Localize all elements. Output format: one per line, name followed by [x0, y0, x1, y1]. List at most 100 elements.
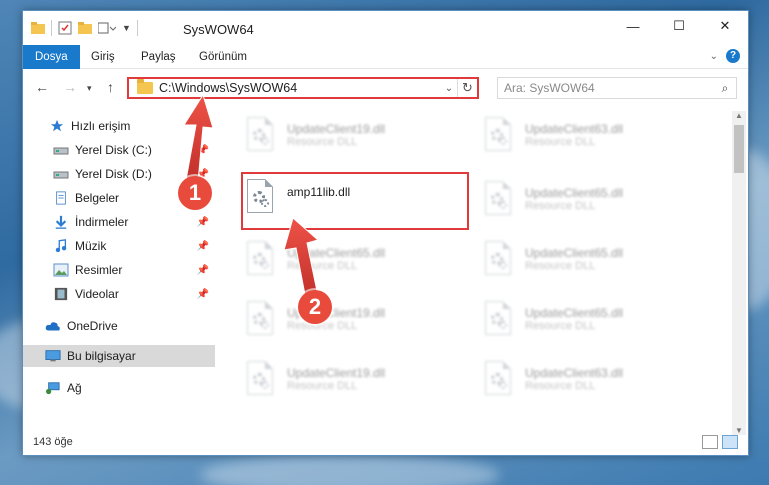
dll-file-icon	[481, 115, 515, 155]
file-item[interactable]: UpdateClient63.dll Resource DLL	[481, 357, 711, 401]
recent-locations-icon[interactable]: ▾	[87, 83, 92, 94]
toolbar-divider	[51, 20, 52, 36]
new-folder-icon[interactable]	[78, 22, 92, 34]
tab-view[interactable]: Görünüm	[187, 45, 259, 69]
file-type: Resource DLL	[287, 260, 358, 272]
maximize-button[interactable]: ☐	[656, 11, 702, 41]
search-icon[interactable]: ⌕	[714, 81, 736, 96]
sidebar-item-network[interactable]: Ağ	[23, 377, 215, 399]
search-placeholder: Ara: SysWOW64	[504, 81, 595, 95]
file-item[interactable]: UpdateClient65.dll Resource DLL	[481, 177, 711, 221]
dll-file-icon	[243, 359, 277, 399]
address-path[interactable]: C:\Windows\SysWOW64	[159, 81, 441, 95]
file-name: UpdateClient63.dll	[525, 122, 624, 136]
tab-file[interactable]: Dosya	[23, 45, 80, 69]
file-name: UpdateClient65.dll	[287, 246, 386, 260]
file-name: UpdateClient65.dll	[525, 186, 624, 200]
scroll-up-icon[interactable]: ▲	[732, 111, 746, 120]
sidebar-item-music[interactable]: Müzik 📌	[23, 235, 215, 257]
tab-share[interactable]: Paylaş	[129, 45, 188, 69]
item-count: 143 öğe	[33, 436, 73, 448]
pin-icon: 📌	[196, 264, 209, 276]
sidebar-item-label: İndirmeler	[75, 215, 129, 229]
file-name: UpdateClient65.dll	[525, 246, 624, 260]
properties-icon[interactable]	[58, 21, 72, 35]
sidebar-item-onedrive[interactable]: OneDrive	[23, 315, 215, 337]
sidebar-item-downloads[interactable]: İndirmeler 📌	[23, 211, 215, 233]
dll-file-icon	[243, 299, 277, 339]
sidebar-item-label: Ağ	[67, 381, 82, 395]
sidebar-item-label: Belgeler	[75, 191, 120, 205]
window-controls: — ☐ ✕	[610, 11, 748, 41]
refresh-icon[interactable]: ↻	[457, 79, 477, 97]
large-icons-view-icon[interactable]	[722, 435, 738, 449]
sidebar-item-label: Müzik	[75, 239, 107, 253]
customize-view-icon[interactable]	[98, 22, 116, 34]
sidebar-item-pictures[interactable]: Resimler 📌	[23, 259, 215, 281]
file-name: UpdateClient19.dll	[287, 122, 386, 136]
navigation-bar: ← → ▾ ↑ C:\Windows\SysWOW64 ⌄ ↻ Ara: Sys…	[23, 73, 748, 103]
dll-file-icon	[481, 179, 515, 219]
folder-icon	[31, 22, 45, 34]
status-bar: 143 öğe	[23, 431, 748, 455]
explorer-window: ▼ SysWOW64 — ☐ ✕ Dosya Giriş Paylaş Görü…	[22, 10, 749, 456]
ribbon-right-controls: ⌄ ?	[710, 49, 740, 63]
downloads-icon	[55, 215, 67, 229]
file-name: UpdateClient63.dll	[525, 366, 624, 380]
pin-icon: 📌	[196, 144, 209, 156]
file-item[interactable]: UpdateClient65.dll Resource DLL	[481, 237, 711, 281]
file-type: Resource DLL	[287, 320, 358, 332]
file-type: Resource DLL	[525, 320, 596, 332]
callout-step-1: 1	[178, 176, 212, 210]
documents-icon	[56, 191, 66, 205]
file-list: UpdateClient19.dll Resource DLL UpdateCli…	[223, 107, 735, 435]
forward-arrow-icon[interactable]: →	[63, 79, 77, 95]
customize-toolbar-arrow-icon[interactable]: ▼	[122, 23, 131, 33]
ribbon-tabs: Dosya Giriş Paylaş Görünüm ⌄ ?	[23, 45, 748, 69]
file-type: Resource DLL	[287, 380, 358, 392]
videos-icon	[54, 287, 68, 301]
address-bar[interactable]: C:\Windows\SysWOW64 ⌄ ↻	[127, 77, 479, 99]
file-item[interactable]: UpdateClient65.dll Resource DLL	[243, 237, 473, 281]
sidebar-item-local-disk-c[interactable]: Yerel Disk (C:) 📌	[23, 139, 215, 161]
highlight-box	[241, 172, 469, 230]
search-input[interactable]: Ara: SysWOW64 ⌕	[497, 77, 737, 99]
file-item[interactable]: UpdateClient63.dll Resource DLL	[481, 113, 711, 157]
vertical-scrollbar[interactable]: ▲ ▼	[732, 111, 746, 435]
pin-icon: 📌	[196, 216, 209, 228]
scroll-thumb[interactable]	[734, 125, 744, 173]
expand-ribbon-icon[interactable]: ⌄	[710, 51, 718, 62]
sidebar-item-this-pc[interactable]: Bu bilgisayar	[23, 345, 215, 367]
computer-icon	[45, 350, 61, 362]
title-bar: ▼ SysWOW64 — ☐ ✕	[23, 11, 748, 45]
file-type: Resource DLL	[525, 380, 596, 392]
sidebar-item-label: Videolar	[75, 287, 119, 301]
back-arrow-icon[interactable]: ←	[35, 79, 49, 95]
callout-step-2: 2	[298, 290, 332, 324]
details-view-icon[interactable]	[702, 435, 718, 449]
sidebar-item-videos[interactable]: Videolar 📌	[23, 283, 215, 305]
up-arrow-icon[interactable]: ↑	[107, 79, 114, 95]
music-icon	[55, 239, 67, 253]
tab-home[interactable]: Giriş	[79, 45, 127, 69]
dll-file-icon	[481, 359, 515, 399]
toolbar-divider	[136, 20, 138, 36]
file-type: Resource DLL	[525, 260, 596, 272]
file-name: UpdateClient19.dll	[287, 366, 386, 380]
sidebar-item-quick-access[interactable]: Hızlı erişim	[23, 115, 215, 137]
pictures-icon	[53, 263, 69, 277]
file-item[interactable]: UpdateClient19.dll Resource DLL	[243, 297, 473, 341]
file-item[interactable]: UpdateClient65.dll Resource DLL	[481, 297, 711, 341]
file-item[interactable]: UpdateClient19.dll Resource DLL	[243, 113, 473, 157]
help-icon[interactable]: ?	[726, 49, 740, 63]
address-dropdown-icon[interactable]: ⌄	[441, 83, 457, 94]
view-toggle	[702, 435, 738, 449]
close-button[interactable]: ✕	[702, 11, 748, 41]
minimize-button[interactable]: —	[610, 11, 656, 41]
file-item[interactable]: UpdateClient19.dll Resource DLL	[243, 357, 473, 401]
dll-file-icon	[481, 299, 515, 339]
star-icon	[50, 119, 64, 132]
network-icon	[46, 382, 60, 395]
file-type: Resource DLL	[525, 136, 596, 148]
sidebar-item-label: Yerel Disk (C:)	[75, 143, 152, 157]
